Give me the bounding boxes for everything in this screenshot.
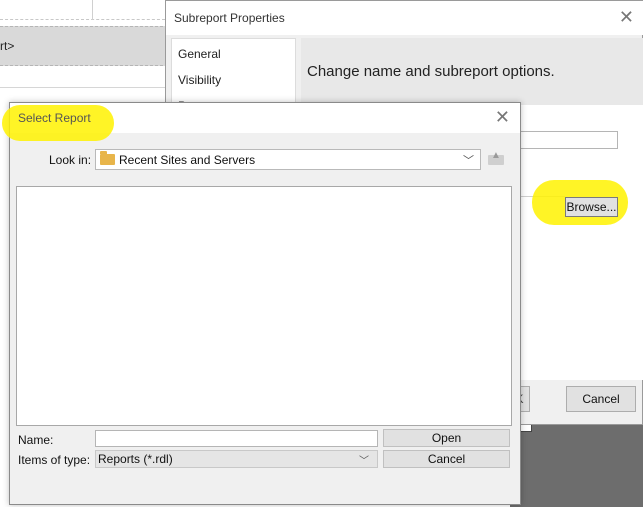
items-of-type-dropdown[interactable]: Reports (*.rdl) ﹀ bbox=[95, 450, 378, 468]
band-label: rt> bbox=[0, 39, 15, 53]
subreport-dialog-title: Subreport Properties bbox=[174, 11, 285, 25]
up-folder-icon[interactable]: ▲ bbox=[488, 150, 504, 165]
name-label: Name: bbox=[18, 433, 54, 447]
chevron-down-icon: ﹀ bbox=[463, 155, 474, 167]
subreport-title-bar: Subreport Properties ✕ bbox=[166, 1, 643, 35]
name-input[interactable] bbox=[95, 430, 378, 447]
select-report-dialog: Select Report ✕ Look in: Recent Sites an… bbox=[2, 102, 521, 505]
designer-band: rt> bbox=[0, 26, 168, 66]
cancel-button[interactable]: Cancel bbox=[383, 450, 510, 468]
subreport-cancel-button[interactable]: Cancel bbox=[566, 386, 636, 412]
items-of-type-label: Items of type: bbox=[18, 453, 91, 467]
look-in-value: Recent Sites and Servers bbox=[119, 153, 256, 167]
subreport-header: Change name and subreport options. bbox=[301, 38, 643, 105]
subreport-nav: General Visibility Parameters bbox=[171, 38, 296, 109]
close-icon[interactable]: ✕ bbox=[495, 107, 510, 128]
subreport-header-text: Change name and subreport options. bbox=[307, 63, 555, 80]
file-list[interactable] bbox=[16, 186, 512, 426]
browse-button[interactable]: Browse... bbox=[565, 197, 618, 217]
folder-icon bbox=[100, 151, 115, 165]
look-in-dropdown[interactable]: Recent Sites and Servers ﹀ bbox=[95, 149, 481, 170]
designer-grid-row bbox=[0, 0, 166, 20]
nav-item-general[interactable]: General bbox=[178, 47, 221, 61]
select-report-title: Select Report bbox=[18, 111, 91, 125]
open-button[interactable]: Open bbox=[383, 429, 510, 447]
select-report-title-bar: Select Report ✕ bbox=[2, 103, 520, 141]
close-icon[interactable]: ✕ bbox=[619, 7, 634, 28]
chevron-down-icon: ﹀ bbox=[359, 456, 369, 467]
nav-item-visibility[interactable]: Visibility bbox=[178, 73, 221, 87]
designer-divider bbox=[0, 87, 168, 88]
look-in-label: Look in: bbox=[49, 153, 92, 167]
items-of-type-value: Reports (*.rdl) bbox=[98, 452, 173, 466]
